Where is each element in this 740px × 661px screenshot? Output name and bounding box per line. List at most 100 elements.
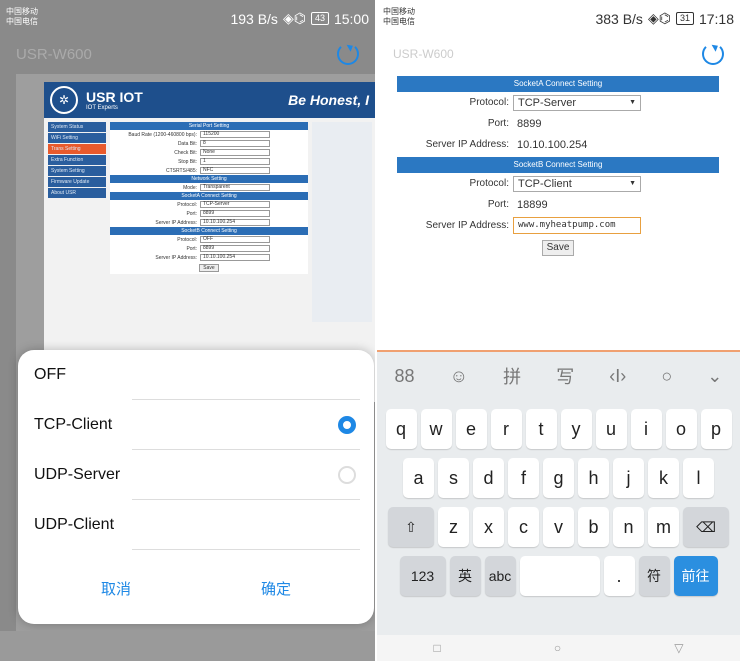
key-w[interactable]: w	[420, 409, 452, 449]
recents-icon[interactable]: □	[434, 641, 441, 655]
save-button[interactable]: Save	[542, 240, 574, 256]
socketa-protocol-select[interactable]: TCP-Server	[200, 201, 270, 208]
key-j[interactable]: j	[613, 458, 644, 498]
settings-form: Serial Port Setting Baud Rate (1200-4608…	[110, 122, 308, 274]
cursor-icon[interactable]: ‹I›	[609, 366, 626, 387]
radio-icon[interactable]	[338, 466, 356, 484]
abc-key[interactable]: abc	[484, 556, 516, 596]
cts-select[interactable]: NFC	[200, 167, 270, 174]
nav-system-setting[interactable]: System Setting	[48, 166, 106, 176]
row-label: Protocol:	[177, 236, 197, 243]
mode-select[interactable]: Transparent	[200, 184, 270, 191]
section-socketb: SocketB Connect Setting	[110, 227, 308, 235]
key-d[interactable]: d	[473, 458, 504, 498]
option-off[interactable]: OFF	[18, 350, 374, 400]
row-label: Server IP Address:	[155, 254, 197, 261]
radio-selected-icon[interactable]	[338, 416, 356, 434]
form-row: Stop Bit: 1	[110, 157, 308, 166]
socketb-protocol-select[interactable]: TCP-Client	[513, 175, 641, 192]
nav-about[interactable]: About USR	[48, 188, 106, 198]
key-f[interactable]: f	[508, 458, 539, 498]
carrier-2: 中国电信	[6, 17, 38, 26]
stopbit-select[interactable]: 1	[200, 158, 270, 165]
socketa-ip-input[interactable]: 10.10.100.254	[513, 139, 587, 151]
collapse-icon[interactable]: ⌄	[707, 366, 722, 387]
battery-icon: 31	[675, 12, 694, 25]
key-k[interactable]: k	[648, 458, 679, 498]
socketb-port-input[interactable]: 8899	[200, 245, 270, 252]
key-z[interactable]: z	[438, 507, 469, 547]
key-n[interactable]: n	[613, 507, 644, 547]
period-key[interactable]: .	[603, 556, 635, 596]
key-p[interactable]: p	[700, 409, 732, 449]
app-bar: USR-W600	[377, 34, 740, 74]
row-label: Port:	[487, 118, 509, 129]
nav-system-status[interactable]: System Status	[48, 122, 106, 132]
numeric-key[interactable]: 123	[399, 556, 446, 596]
search-icon[interactable]: ○	[661, 366, 672, 387]
option-tcp-client[interactable]: TCP-Client	[18, 400, 374, 450]
nav-trans-setting[interactable]: Trans Setting	[48, 144, 106, 154]
key-m[interactable]: m	[648, 507, 679, 547]
signal-icon: ◈⌬	[647, 10, 671, 26]
handwrite-icon[interactable]: 写	[556, 363, 574, 389]
carrier-2: 中国电信	[383, 17, 415, 26]
pinyin-icon[interactable]: 拼	[503, 363, 521, 389]
cancel-button[interactable]: 取消	[36, 572, 196, 608]
key-t[interactable]: t	[525, 409, 557, 449]
form-row: Server IP Address: 10.10.100.254	[110, 218, 308, 227]
nav-extra-function[interactable]: Extra Function	[48, 155, 106, 165]
key-b[interactable]: b	[578, 507, 609, 547]
key-o[interactable]: o	[665, 409, 697, 449]
key-i[interactable]: i	[630, 409, 662, 449]
section-socketb: SocketB Connect Setting	[397, 157, 719, 173]
key-v[interactable]: v	[543, 507, 574, 547]
option-udp-server[interactable]: UDP-Server	[18, 450, 374, 500]
save-button[interactable]: Save	[199, 264, 219, 272]
socketb-ip-input[interactable]: 10.10.100.254	[200, 254, 270, 261]
option-udp-client[interactable]: UDP-Client	[18, 500, 374, 550]
key-x[interactable]: x	[473, 507, 504, 547]
key-q[interactable]: q	[385, 409, 417, 449]
key-g[interactable]: g	[543, 458, 574, 498]
key-s[interactable]: s	[438, 458, 469, 498]
socketa-protocol-select[interactable]: TCP-Server	[513, 94, 641, 111]
backspace-key-icon[interactable]: ⌫	[683, 507, 729, 547]
key-e[interactable]: e	[455, 409, 487, 449]
back-icon[interactable]: ▽	[674, 641, 683, 655]
key-u[interactable]: u	[595, 409, 627, 449]
key-l[interactable]: l	[683, 458, 714, 498]
network-speed: 193 B/s	[230, 10, 278, 27]
home-icon[interactable]: ○	[554, 641, 561, 655]
key-c[interactable]: c	[508, 507, 539, 547]
symbol-key[interactable]: 符	[638, 556, 670, 596]
nav-firmware-update[interactable]: Firmware Update	[48, 177, 106, 187]
key-h[interactable]: h	[578, 458, 609, 498]
confirm-button[interactable]: 确定	[196, 572, 356, 608]
row-label: Port:	[186, 210, 197, 217]
language-key[interactable]: 英	[449, 556, 481, 596]
socketb-protocol-select[interactable]: OFF	[200, 236, 270, 243]
form-row: Server IP Address: www.myheatpump.com	[397, 215, 719, 236]
go-key[interactable]: 前往	[673, 556, 718, 596]
shift-key-icon[interactable]: ⇧	[388, 507, 434, 547]
key-y[interactable]: y	[560, 409, 592, 449]
key-r[interactable]: r	[490, 409, 522, 449]
row-label: Port:	[487, 199, 509, 210]
form-row: Protocol: TCP-Server	[397, 92, 719, 113]
refresh-icon[interactable]	[702, 43, 724, 65]
databit-select[interactable]: 8	[200, 140, 270, 147]
grid-icon[interactable]: 88	[395, 366, 415, 387]
socketb-port-input[interactable]: 18899	[513, 199, 548, 211]
emoji-icon[interactable]: ☺	[450, 366, 468, 387]
socketa-port-input[interactable]: 8899	[513, 118, 541, 130]
key-a[interactable]: a	[403, 458, 434, 498]
refresh-icon[interactable]	[337, 43, 359, 65]
socketb-ip-input[interactable]: www.myheatpump.com	[513, 217, 641, 234]
socketa-port-input[interactable]: 8899	[200, 210, 270, 217]
checkbit-select[interactable]: None	[200, 149, 270, 156]
nav-wifi-setting[interactable]: WiFi Setting	[48, 133, 106, 143]
space-key[interactable]	[519, 556, 600, 596]
socketa-ip-input[interactable]: 10.10.100.254	[200, 219, 270, 226]
baud-select[interactable]: 115200	[200, 131, 270, 138]
